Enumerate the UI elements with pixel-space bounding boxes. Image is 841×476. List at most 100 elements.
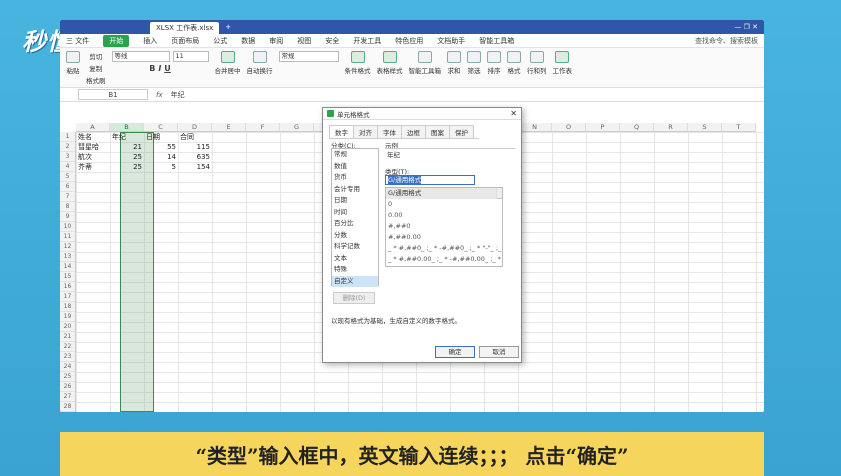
tab-alignment[interactable]: 对齐 (353, 125, 378, 138)
column-header[interactable]: G (280, 123, 314, 131)
cut-button[interactable]: 剪切 (89, 51, 102, 61)
category-item[interactable]: 特殊 (332, 264, 378, 276)
type-option[interactable]: 0 (386, 199, 502, 210)
cell[interactable]: 合同 (178, 132, 212, 142)
row-header[interactable]: 26 (60, 382, 75, 392)
row-header[interactable]: 7 (60, 192, 75, 202)
cell[interactable]: 彗星哈 (76, 142, 110, 152)
type-option[interactable]: #,##0.00 (386, 232, 502, 243)
type-option[interactable]: _ * #,##0_ ;_ * -#,##0_ ;_ * "-"_ ;_ @_ (386, 243, 502, 254)
column-header[interactable]: D (178, 123, 212, 131)
type-option[interactable]: #,##0 (386, 221, 502, 232)
row-col-button[interactable]: 行和列 (527, 51, 547, 75)
row-header[interactable]: 20 (60, 322, 75, 332)
table-style-button[interactable]: 表格样式 (377, 51, 403, 75)
row-header[interactable]: 1 (60, 132, 75, 142)
row-header[interactable]: 4 (60, 162, 75, 172)
cell[interactable]: 年纪 (110, 132, 144, 142)
wrap-group[interactable]: 自动换行 (247, 51, 273, 75)
underline-button[interactable]: U (164, 64, 171, 73)
category-item[interactable]: 科学记数 (332, 241, 378, 253)
type-list-scrollbar[interactable] (496, 188, 502, 199)
row-header[interactable]: 24 (60, 362, 75, 372)
category-list[interactable]: 常规 数值 货币 会计专用 日期 时间 百分比 分数 科学记数 文本 特殊 自定义 (331, 148, 379, 287)
cell[interactable]: 55 (144, 142, 178, 152)
italic-button[interactable]: I (158, 64, 161, 73)
category-item[interactable]: 数值 (332, 161, 378, 173)
row-header[interactable]: 15 (60, 272, 75, 282)
delete-button[interactable]: 删除(D) (333, 292, 375, 304)
row-header[interactable]: 23 (60, 352, 75, 362)
row-header[interactable]: 11 (60, 232, 75, 242)
menu-formula[interactable]: 公式 (213, 36, 227, 46)
category-item[interactable]: 时间 (332, 207, 378, 219)
menu-page-layout[interactable]: 页面布局 (171, 36, 199, 46)
format-button[interactable]: 格式 (507, 51, 521, 75)
close-icon[interactable]: ✕ (510, 109, 521, 118)
row-header[interactable]: 16 (60, 282, 75, 292)
cell[interactable]: 日期 (144, 132, 178, 142)
type-option[interactable]: G/通用格式 (386, 188, 502, 199)
number-format-select[interactable]: 常规 (278, 51, 339, 62)
row-header[interactable]: 2 (60, 142, 75, 152)
formula-input[interactable]: 年纪 (171, 90, 185, 100)
name-box[interactable]: B1 (78, 89, 148, 100)
row-header[interactable]: 12 (60, 242, 75, 252)
cell[interactable]: 航次 (76, 152, 110, 162)
paste-group[interactable]: 粘贴 (66, 51, 80, 75)
menu-home[interactable]: 开始 (103, 34, 130, 47)
category-item[interactable]: 常规 (332, 149, 378, 161)
row-header[interactable]: 17 (60, 292, 75, 302)
copy-button[interactable]: 复制 (89, 63, 102, 73)
cell[interactable]: 25 (110, 152, 144, 162)
row-header[interactable]: 18 (60, 302, 75, 312)
menu-developer[interactable]: 开发工具 (353, 36, 381, 46)
type-input[interactable]: G/通用格式 (385, 175, 475, 185)
column-header[interactable]: S (688, 123, 722, 131)
sort-button[interactable]: 排序 (487, 51, 501, 75)
cell[interactable]: 25 (110, 162, 144, 172)
tab-protection[interactable]: 保护 (449, 125, 474, 138)
category-item[interactable]: 分数 (332, 230, 378, 242)
tab-border[interactable]: 边框 (401, 125, 426, 138)
menu-data[interactable]: 数据 (241, 36, 255, 46)
column-header[interactable]: A (76, 123, 110, 131)
row-header[interactable]: 21 (60, 332, 75, 342)
fx-icon[interactable]: fx (156, 91, 163, 99)
category-item[interactable]: 货币 (332, 172, 378, 184)
row-header[interactable]: 9 (60, 212, 75, 222)
sum-button[interactable]: 求和 (447, 51, 461, 75)
scrollbar-thumb[interactable] (497, 198, 502, 199)
category-item[interactable]: 日期 (332, 195, 378, 207)
column-header[interactable]: E (212, 123, 246, 131)
cancel-button[interactable]: 取消 (479, 346, 519, 358)
tab-pattern[interactable]: 图案 (425, 125, 450, 138)
menu-file[interactable]: 三 文件 (66, 36, 89, 46)
row-header[interactable]: 13 (60, 252, 75, 262)
font-size-select[interactable]: 11 (172, 51, 209, 62)
cell[interactable]: 5 (144, 162, 178, 172)
menu-review[interactable]: 审阅 (269, 36, 283, 46)
column-header[interactable]: P (586, 123, 620, 131)
row-header[interactable]: 19 (60, 312, 75, 322)
category-item[interactable]: 自定义 (332, 275, 378, 287)
row-header[interactable]: 27 (60, 392, 75, 402)
cell[interactable]: 154 (178, 162, 212, 172)
column-header[interactable]: O (552, 123, 586, 131)
smart-toolbox-button[interactable]: 智能工具箱 (409, 51, 441, 75)
column-header[interactable]: R (654, 123, 688, 131)
cell[interactable]: 姓名 (76, 132, 110, 142)
font-name-select[interactable]: 等线 (111, 51, 170, 62)
bold-button[interactable]: B (149, 64, 155, 73)
format-painter-button[interactable]: 格式刷 (86, 75, 106, 85)
category-item[interactable]: 文本 (332, 253, 378, 265)
filter-button[interactable]: 筛选 (467, 51, 481, 75)
sheet-button[interactable]: 工作表 (553, 51, 572, 75)
menu-view[interactable]: 视图 (297, 36, 311, 46)
window-controls[interactable]: — ❐ ✕ (734, 23, 764, 31)
menu-features[interactable]: 特色应用 (395, 36, 423, 46)
row-header[interactable]: 14 (60, 262, 75, 272)
new-tab-button[interactable]: + (225, 23, 231, 31)
menu-smart-toolbox[interactable]: 智能工具箱 (479, 36, 514, 46)
command-search[interactable]: 查找命令、搜索模板 (695, 36, 764, 46)
